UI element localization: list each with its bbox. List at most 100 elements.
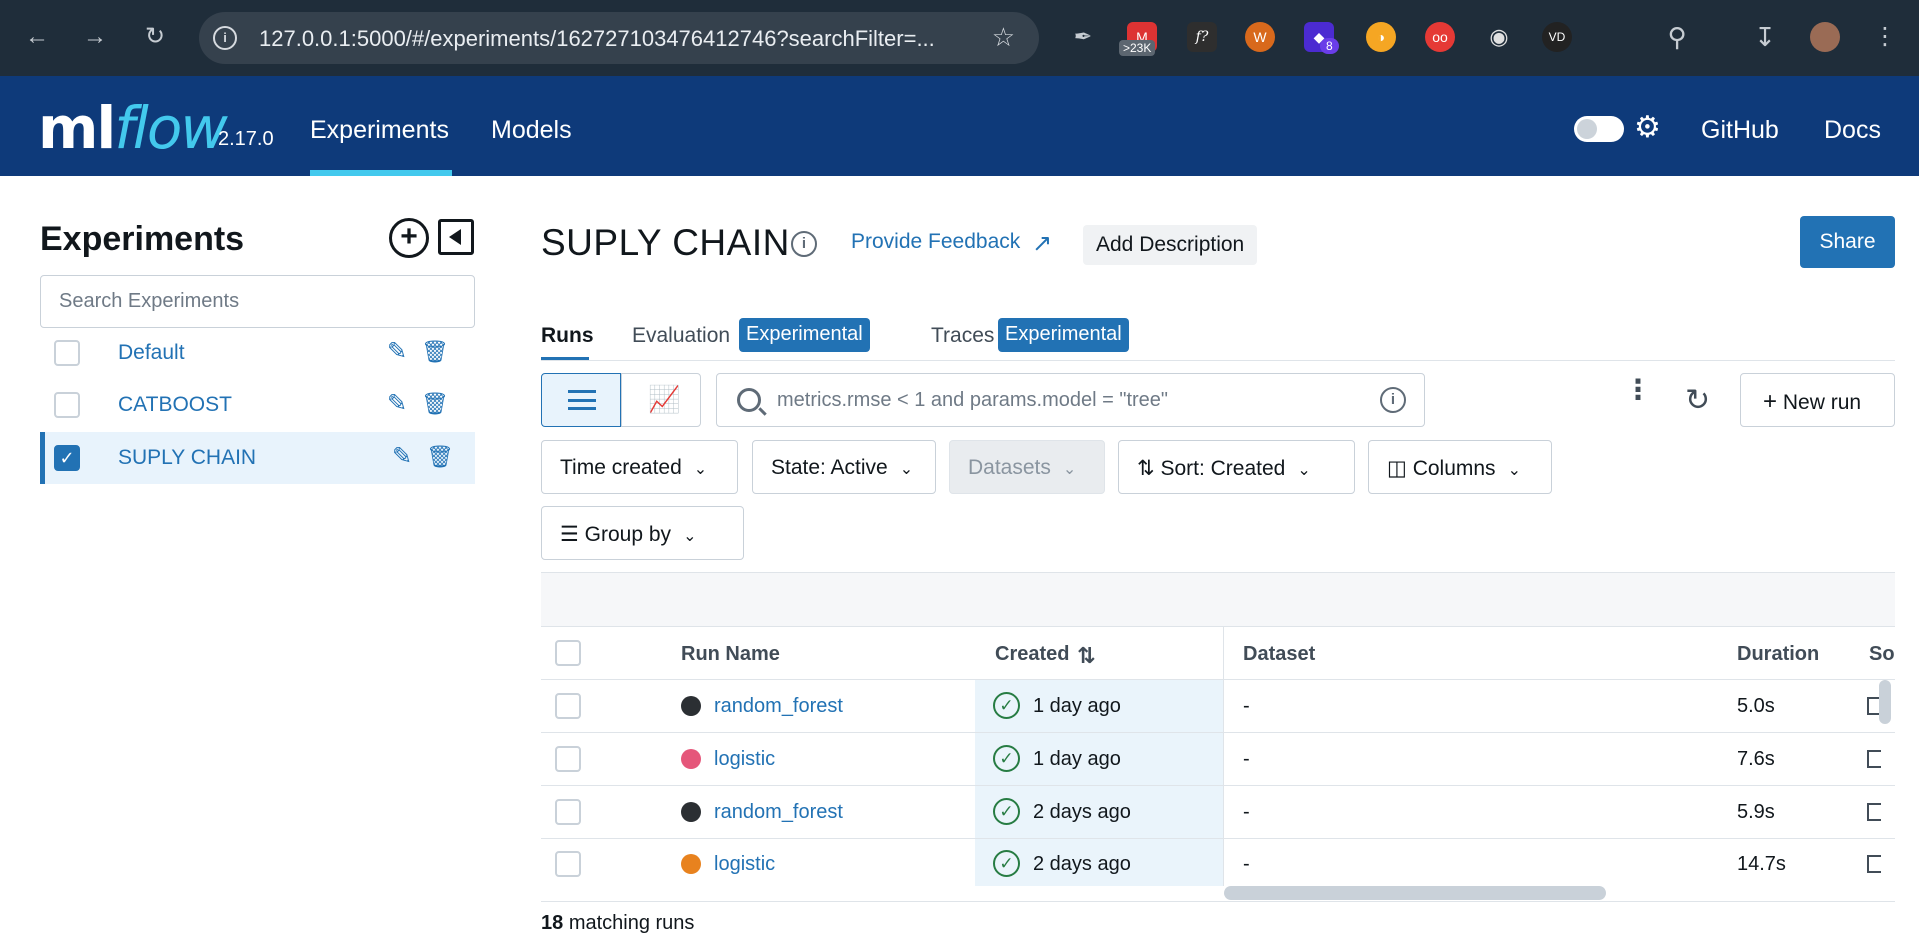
- mlflow-logo[interactable]: mlflow: [38, 94, 228, 162]
- back-icon[interactable]: ←: [20, 20, 54, 54]
- orange-extension-icon[interactable]: ◑: [1366, 22, 1396, 52]
- state-dropdown[interactable]: State: Active ⌄: [752, 440, 936, 494]
- pencil-icon[interactable]: ✎: [392, 442, 412, 471]
- nav-github[interactable]: GitHub: [1701, 116, 1779, 145]
- address-bar[interactable]: i 127.0.0.1:5000/#/experiments/162727103…: [199, 12, 1039, 64]
- wordpress-extension-icon[interactable]: W: [1245, 22, 1275, 52]
- columns-dropdown[interactable]: ◫ Columns ⌄: [1368, 440, 1552, 494]
- chevron-down-icon: ⌄: [693, 461, 708, 478]
- check-circle-icon: ✓: [993, 850, 1020, 877]
- dark-mode-toggle[interactable]: [1574, 116, 1624, 142]
- check-circle-icon: ✓: [993, 745, 1020, 772]
- run-name-link[interactable]: random_forest: [714, 801, 843, 824]
- sidebar-item-catboost[interactable]: CATBOOST ✎ 🗑: [40, 379, 475, 431]
- run-color-dot[interactable]: [681, 854, 701, 874]
- provide-feedback-link[interactable]: Provide Feedback: [851, 230, 1020, 254]
- matching-runs-count: 18 matching runs: [541, 912, 695, 934]
- sidebar-title: Experiments: [40, 220, 245, 258]
- pencil-icon[interactable]: ✎: [387, 337, 407, 366]
- forward-icon[interactable]: →: [78, 20, 112, 54]
- group-by-dropdown[interactable]: ☰ Group by ⌄: [541, 506, 744, 560]
- download-icon[interactable]: ↧: [1750, 22, 1780, 52]
- chevron-down-icon: ⌄: [683, 528, 697, 545]
- trash-icon[interactable]: 🗑: [426, 444, 454, 470]
- sort-desc-icon[interactable]: ⇅: [1077, 643, 1095, 669]
- external-link-icon[interactable]: ↗: [1032, 229, 1052, 258]
- column-header-dataset[interactable]: Dataset: [1243, 643, 1315, 666]
- check-circle-icon: ✓: [993, 692, 1020, 719]
- reader-extension-icon[interactable]: oo: [1425, 22, 1455, 52]
- run-search-input[interactable]: metrics.rmse < 1 and params.model = "tre…: [716, 373, 1425, 427]
- reload-icon[interactable]: ↻: [138, 20, 172, 54]
- run-color-dot[interactable]: [681, 696, 701, 716]
- column-header-run-name[interactable]: Run Name: [681, 643, 780, 666]
- bookmark-star-icon[interactable]: ☆: [992, 22, 1015, 53]
- run-name-link[interactable]: logistic: [714, 853, 775, 876]
- sidebar-item-label[interactable]: Default: [118, 341, 185, 365]
- run-color-dot[interactable]: [681, 802, 701, 822]
- table-bottom-border: [541, 901, 1895, 902]
- run-dataset: -: [1243, 748, 1250, 770]
- search-experiments-input[interactable]: Search Experiments: [40, 275, 475, 328]
- browser-menu-icon[interactable]: ⋮: [1870, 22, 1900, 52]
- info-icon[interactable]: i: [1380, 387, 1406, 413]
- add-description-button[interactable]: Add Description: [1083, 225, 1258, 265]
- site-info-icon[interactable]: i: [213, 26, 237, 50]
- sidebar-item-default[interactable]: Default ✎ 🗑: [40, 327, 475, 379]
- chevron-down-icon: ⌄: [1507, 462, 1521, 479]
- vd-extension-icon[interactable]: VD: [1542, 22, 1572, 52]
- horizontal-scrollbar[interactable]: [1224, 886, 1606, 900]
- run-color-dot[interactable]: [681, 749, 701, 769]
- sidebar-item-suply-chain[interactable]: ✓ SUPLY CHAIN ✎ 🗑: [40, 432, 475, 484]
- nav-docs[interactable]: Docs: [1824, 116, 1881, 145]
- more-options-icon[interactable]: ⋮: [1624, 376, 1652, 404]
- row-divider: [541, 626, 1895, 627]
- sidebar-item-label[interactable]: SUPLY CHAIN: [118, 446, 256, 470]
- f-extension-icon[interactable]: f?: [1187, 22, 1217, 52]
- create-experiment-icon[interactable]: +: [389, 218, 429, 258]
- source-icon[interactable]: [1867, 803, 1881, 821]
- active-tab-indicator: [541, 357, 589, 360]
- experiment-checkbox[interactable]: [54, 392, 80, 418]
- trash-icon[interactable]: 🗑: [421, 391, 449, 417]
- tab-evaluation[interactable]: Evaluation: [632, 324, 730, 348]
- experiment-checkbox-checked[interactable]: ✓: [54, 445, 80, 471]
- url-text[interactable]: 127.0.0.1:5000/#/experiments/16272710347…: [259, 26, 959, 52]
- chart-view-button[interactable]: 📈: [621, 373, 701, 427]
- select-all-checkbox[interactable]: [555, 640, 581, 666]
- collapse-sidebar-icon[interactable]: [438, 219, 474, 255]
- source-icon[interactable]: [1867, 855, 1881, 873]
- time-created-dropdown[interactable]: Time created ⌄: [541, 440, 738, 494]
- sidebar-item-label[interactable]: CATBOOST: [118, 393, 232, 417]
- row-checkbox[interactable]: [555, 851, 581, 877]
- tab-traces[interactable]: Traces: [931, 324, 994, 348]
- row-checkbox[interactable]: [555, 693, 581, 719]
- sort-dropdown[interactable]: ⇅ Sort: Created ⌄: [1118, 440, 1355, 494]
- gear-icon[interactable]: ⚙: [1634, 110, 1661, 145]
- tab-runs[interactable]: Runs: [541, 324, 594, 348]
- nav-models[interactable]: Models: [491, 116, 572, 145]
- run-name-link[interactable]: random_forest: [714, 695, 843, 718]
- share-button[interactable]: Share: [1800, 216, 1895, 268]
- camera-extension-icon[interactable]: ◉: [1484, 22, 1514, 52]
- pen-extension-icon[interactable]: ✒: [1068, 22, 1098, 52]
- experimental-badge: Experimental: [739, 318, 870, 352]
- refresh-icon[interactable]: ↻: [1685, 383, 1710, 418]
- extensions-puzzle-icon[interactable]: ⚲: [1662, 22, 1692, 52]
- trash-icon[interactable]: 🗑: [421, 339, 449, 365]
- vertical-scrollbar[interactable]: [1879, 680, 1891, 724]
- row-checkbox[interactable]: [555, 799, 581, 825]
- table-view-button[interactable]: [541, 373, 621, 427]
- nav-experiments[interactable]: Experiments: [310, 116, 449, 145]
- source-icon[interactable]: [1867, 750, 1881, 768]
- new-run-button[interactable]: + New run: [1740, 373, 1895, 427]
- profile-avatar[interactable]: [1810, 22, 1840, 52]
- row-checkbox[interactable]: [555, 746, 581, 772]
- info-icon[interactable]: i: [791, 231, 817, 257]
- column-header-duration[interactable]: Duration: [1737, 643, 1819, 666]
- run-name-link[interactable]: logistic: [714, 748, 775, 771]
- pencil-icon[interactable]: ✎: [387, 389, 407, 418]
- experiment-checkbox[interactable]: [54, 340, 80, 366]
- column-header-source[interactable]: Sou: [1869, 643, 1895, 666]
- column-header-created[interactable]: Created: [995, 643, 1069, 666]
